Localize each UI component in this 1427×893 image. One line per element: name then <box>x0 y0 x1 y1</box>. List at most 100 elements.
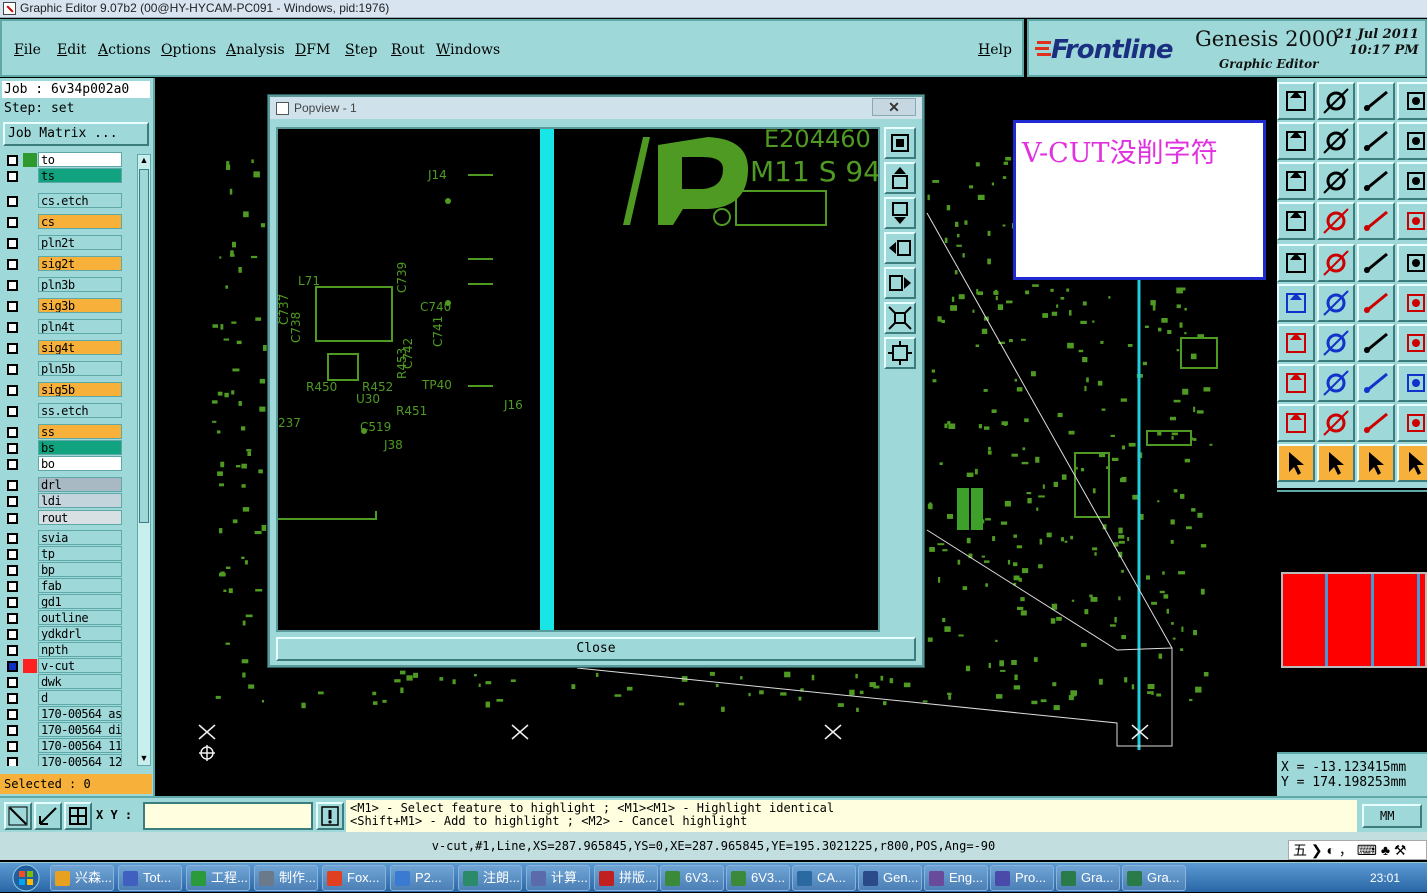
taskbar-item[interactable]: 工程... <box>186 865 250 891</box>
layer-name[interactable]: ss <box>38 424 122 439</box>
layer-row[interactable]: sig3b <box>2 298 135 314</box>
scroll-up-icon[interactable]: ▲ <box>139 155 149 167</box>
layer-name[interactable]: svia <box>38 530 122 545</box>
layer-color-swatch[interactable] <box>23 441 37 455</box>
layer-color-swatch[interactable] <box>23 627 37 641</box>
layer-row[interactable]: 170-00564_di <box>2 722 135 738</box>
pointer-tool-button[interactable] <box>1277 444 1315 482</box>
layer-name[interactable]: pln2t <box>38 235 122 250</box>
taskbar-item[interactable]: 6V3... <box>660 865 724 891</box>
layer-color-swatch[interactable] <box>23 299 37 313</box>
layer-checkbox[interactable] <box>7 443 18 454</box>
taskbar-item[interactable]: CA... <box>792 865 856 891</box>
units-selector[interactable]: MM <box>1362 804 1422 828</box>
menu-dfm[interactable]: DFM <box>295 42 330 58</box>
layer-name[interactable]: sig3b <box>38 298 122 313</box>
menu-edit[interactable]: Edit <box>57 42 86 58</box>
scroll-down-icon[interactable]: ▼ <box>139 753 149 765</box>
layer-color-swatch[interactable] <box>23 563 37 577</box>
taskbar-item[interactable]: 兴森... <box>50 865 114 891</box>
layer-checkbox[interactable] <box>7 343 18 354</box>
popview-pan-down-button[interactable] <box>884 197 916 229</box>
popview-close-button[interactable]: Close <box>276 637 916 661</box>
layer-color-swatch[interactable] <box>23 595 37 609</box>
layer-checkbox[interactable] <box>7 364 18 375</box>
layer-name[interactable]: bp <box>38 562 122 577</box>
taskbar-item[interactable]: Eng... <box>924 865 988 891</box>
layer-checkbox[interactable] <box>7 512 18 524</box>
layer-name[interactable]: fab <box>38 578 122 593</box>
select-circle-tool-button[interactable] <box>1357 444 1395 482</box>
pan-up-button[interactable] <box>1277 82 1315 120</box>
taskbar-item[interactable]: Gen... <box>858 865 922 891</box>
layer-color-swatch[interactable] <box>23 675 37 689</box>
layer-name[interactable]: pln4t <box>38 319 122 334</box>
layer-color-swatch[interactable] <box>23 707 37 721</box>
layer-checkbox[interactable] <box>7 549 18 560</box>
layer-row[interactable]: ldi <box>2 493 135 509</box>
layer-color-swatch[interactable] <box>23 611 37 625</box>
layer-color-swatch[interactable] <box>23 457 37 471</box>
layer-color-swatch[interactable] <box>23 643 37 657</box>
zoom-actual-button[interactable] <box>1357 122 1395 160</box>
layer-select-button[interactable] <box>1357 202 1395 240</box>
layer-row[interactable]: bp <box>2 562 135 578</box>
layer-name[interactable]: bs <box>38 440 122 455</box>
layer-name[interactable]: outline <box>38 610 122 625</box>
layer-checkbox[interactable] <box>7 645 18 656</box>
layer-checkbox[interactable] <box>7 725 18 736</box>
layer-row[interactable]: 170-00564_12 <box>2 754 135 766</box>
menu-analysis[interactable]: Analysis <box>226 42 285 58</box>
layer-name[interactable]: npth <box>38 642 122 657</box>
popview-canvas[interactable]: J14 L71 C739 C740 C738 C736 C737 C741 C742 R450 R4… <box>276 127 880 632</box>
scale-1-2-button[interactable] <box>1357 162 1395 200</box>
layer-name[interactable]: bo <box>38 456 122 471</box>
route-tool-button[interactable] <box>1397 324 1427 362</box>
layer-name[interactable]: to <box>38 152 122 167</box>
layer-row[interactable]: pln2t <box>2 235 135 251</box>
taskbar-item[interactable]: 拼版... <box>594 865 658 891</box>
taskbar-item[interactable]: Fox... <box>322 865 386 891</box>
layer-checkbox[interactable] <box>7 171 18 182</box>
snap-pad-button[interactable] <box>1317 202 1355 240</box>
popview-titlebar[interactable]: Popview - 1 ✕ <box>270 97 922 119</box>
start-button[interactable] <box>8 863 44 893</box>
layer-row[interactable]: gd1 <box>2 594 135 610</box>
layer-checkbox[interactable] <box>7 406 18 417</box>
layer-row[interactable]: sig4t <box>2 340 135 356</box>
menu-step[interactable]: Step <box>345 42 377 58</box>
slash-tool-button[interactable] <box>1277 324 1315 362</box>
layer-color-swatch[interactable] <box>23 425 37 439</box>
popview-pan-up-button[interactable] <box>884 162 916 194</box>
menu-actions[interactable]: Actions <box>98 42 151 58</box>
popview-zoom-out-button[interactable] <box>884 337 916 369</box>
measure-button[interactable] <box>1277 202 1315 240</box>
menu-options[interactable]: Options <box>161 42 216 58</box>
layer-name[interactable]: cs <box>38 214 122 229</box>
layer-checkbox[interactable] <box>7 459 18 470</box>
taskbar-item[interactable]: 计算... <box>526 865 590 891</box>
layer-checkbox[interactable] <box>7 496 18 507</box>
layer-name[interactable]: ss.etch <box>38 403 122 418</box>
split-tool-button[interactable] <box>1397 284 1427 322</box>
layer-checkbox[interactable] <box>7 155 18 166</box>
connect-tool-button[interactable] <box>1357 284 1395 322</box>
layer-row[interactable]: svia <box>2 530 135 546</box>
pan-down-button[interactable] <box>1317 82 1355 120</box>
popview-pan-left-button[interactable] <box>884 232 916 264</box>
layer-row[interactable]: bs <box>2 440 135 456</box>
layer-checkbox[interactable] <box>7 322 18 333</box>
layer-name[interactable]: 170-00564_11 <box>38 738 122 753</box>
layer-checkbox[interactable] <box>7 479 18 491</box>
line-tool-button[interactable] <box>1317 364 1355 402</box>
layer-row[interactable]: sig5b <box>2 382 135 398</box>
layer-name[interactable]: sig4t <box>38 340 122 355</box>
layer-name[interactable]: pln5b <box>38 361 122 376</box>
layer-color-swatch[interactable] <box>23 531 37 545</box>
layer-row[interactable]: pln4t <box>2 319 135 335</box>
layer-row[interactable]: sig2t <box>2 256 135 272</box>
layer-row[interactable]: cs.etch <box>2 193 135 209</box>
zoom-stack-button[interactable] <box>1397 82 1427 120</box>
layer-checkbox[interactable] <box>7 693 18 704</box>
layer-name[interactable]: ldi <box>38 493 122 508</box>
